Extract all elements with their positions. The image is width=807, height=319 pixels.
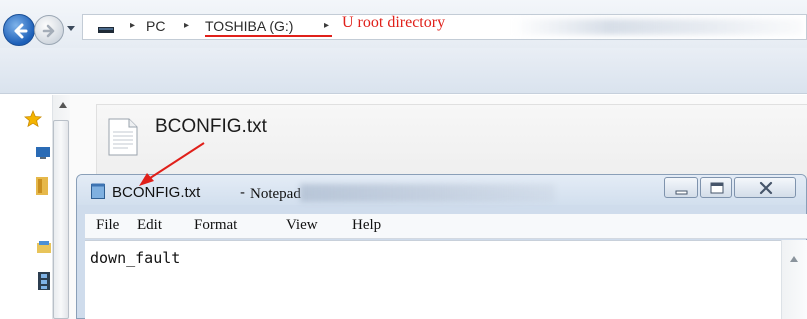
close-icon (759, 181, 773, 195)
maximize-button[interactable] (700, 177, 732, 198)
downloads-folder-icon[interactable] (36, 177, 48, 195)
computer-icon (98, 27, 114, 33)
command-bar (0, 48, 807, 94)
notepad-app-icon[interactable] (91, 183, 105, 199)
scroll-up-arrow-icon[interactable] (59, 102, 67, 108)
menu-format[interactable]: Format (194, 217, 237, 234)
file-name-label[interactable]: BCONFIG.txt (155, 116, 267, 138)
minimize-icon (675, 190, 688, 195)
maximize-icon (710, 182, 724, 194)
menu-file[interactable]: File (96, 217, 119, 234)
notepad-title-app: Notepad (250, 186, 301, 202)
videos-film-icon[interactable] (38, 272, 50, 290)
notepad-text-area[interactable] (85, 240, 807, 319)
libraries-icon[interactable] (37, 240, 51, 254)
forward-arrow-icon (42, 24, 55, 38)
breadcrumb-separator-icon[interactable]: ▸ (130, 19, 135, 33)
navigation-pane (0, 95, 60, 319)
breadcrumb-pc[interactable]: PC (146, 17, 165, 35)
notepad-vertical-scrollbar[interactable] (781, 240, 807, 319)
minimize-button[interactable] (664, 177, 698, 198)
menu-view[interactable]: View (286, 217, 318, 234)
root-directory-annotation: U root directory (342, 14, 446, 31)
red-underline-annotation (205, 35, 332, 37)
back-arrow-icon (14, 23, 28, 39)
desktop-icon[interactable] (36, 146, 50, 160)
breadcrumb-toshiba-drive[interactable]: TOSHIBA (G:) (205, 17, 293, 35)
scroll-up-arrow-icon[interactable] (790, 256, 798, 262)
menu-edit[interactable]: Edit (137, 217, 162, 234)
red-arrow-annotation (139, 142, 205, 186)
notepad-title-separator: - (240, 184, 245, 201)
forward-button[interactable] (34, 15, 64, 45)
recent-pages-dropdown-icon[interactable] (65, 22, 77, 34)
scrollbar-thumb[interactable] (53, 120, 69, 319)
blurred-title-text (300, 184, 555, 202)
blurred-search-box (513, 19, 803, 35)
back-button[interactable] (3, 14, 35, 46)
menu-help[interactable]: Help (352, 217, 381, 234)
favorites-star-icon[interactable] (24, 110, 42, 128)
notepad-text-content[interactable]: down_fault (90, 249, 180, 267)
breadcrumb-separator-icon[interactable]: ▸ (324, 19, 329, 33)
breadcrumb-separator-icon[interactable]: ▸ (184, 19, 189, 33)
close-button[interactable] (734, 177, 796, 198)
